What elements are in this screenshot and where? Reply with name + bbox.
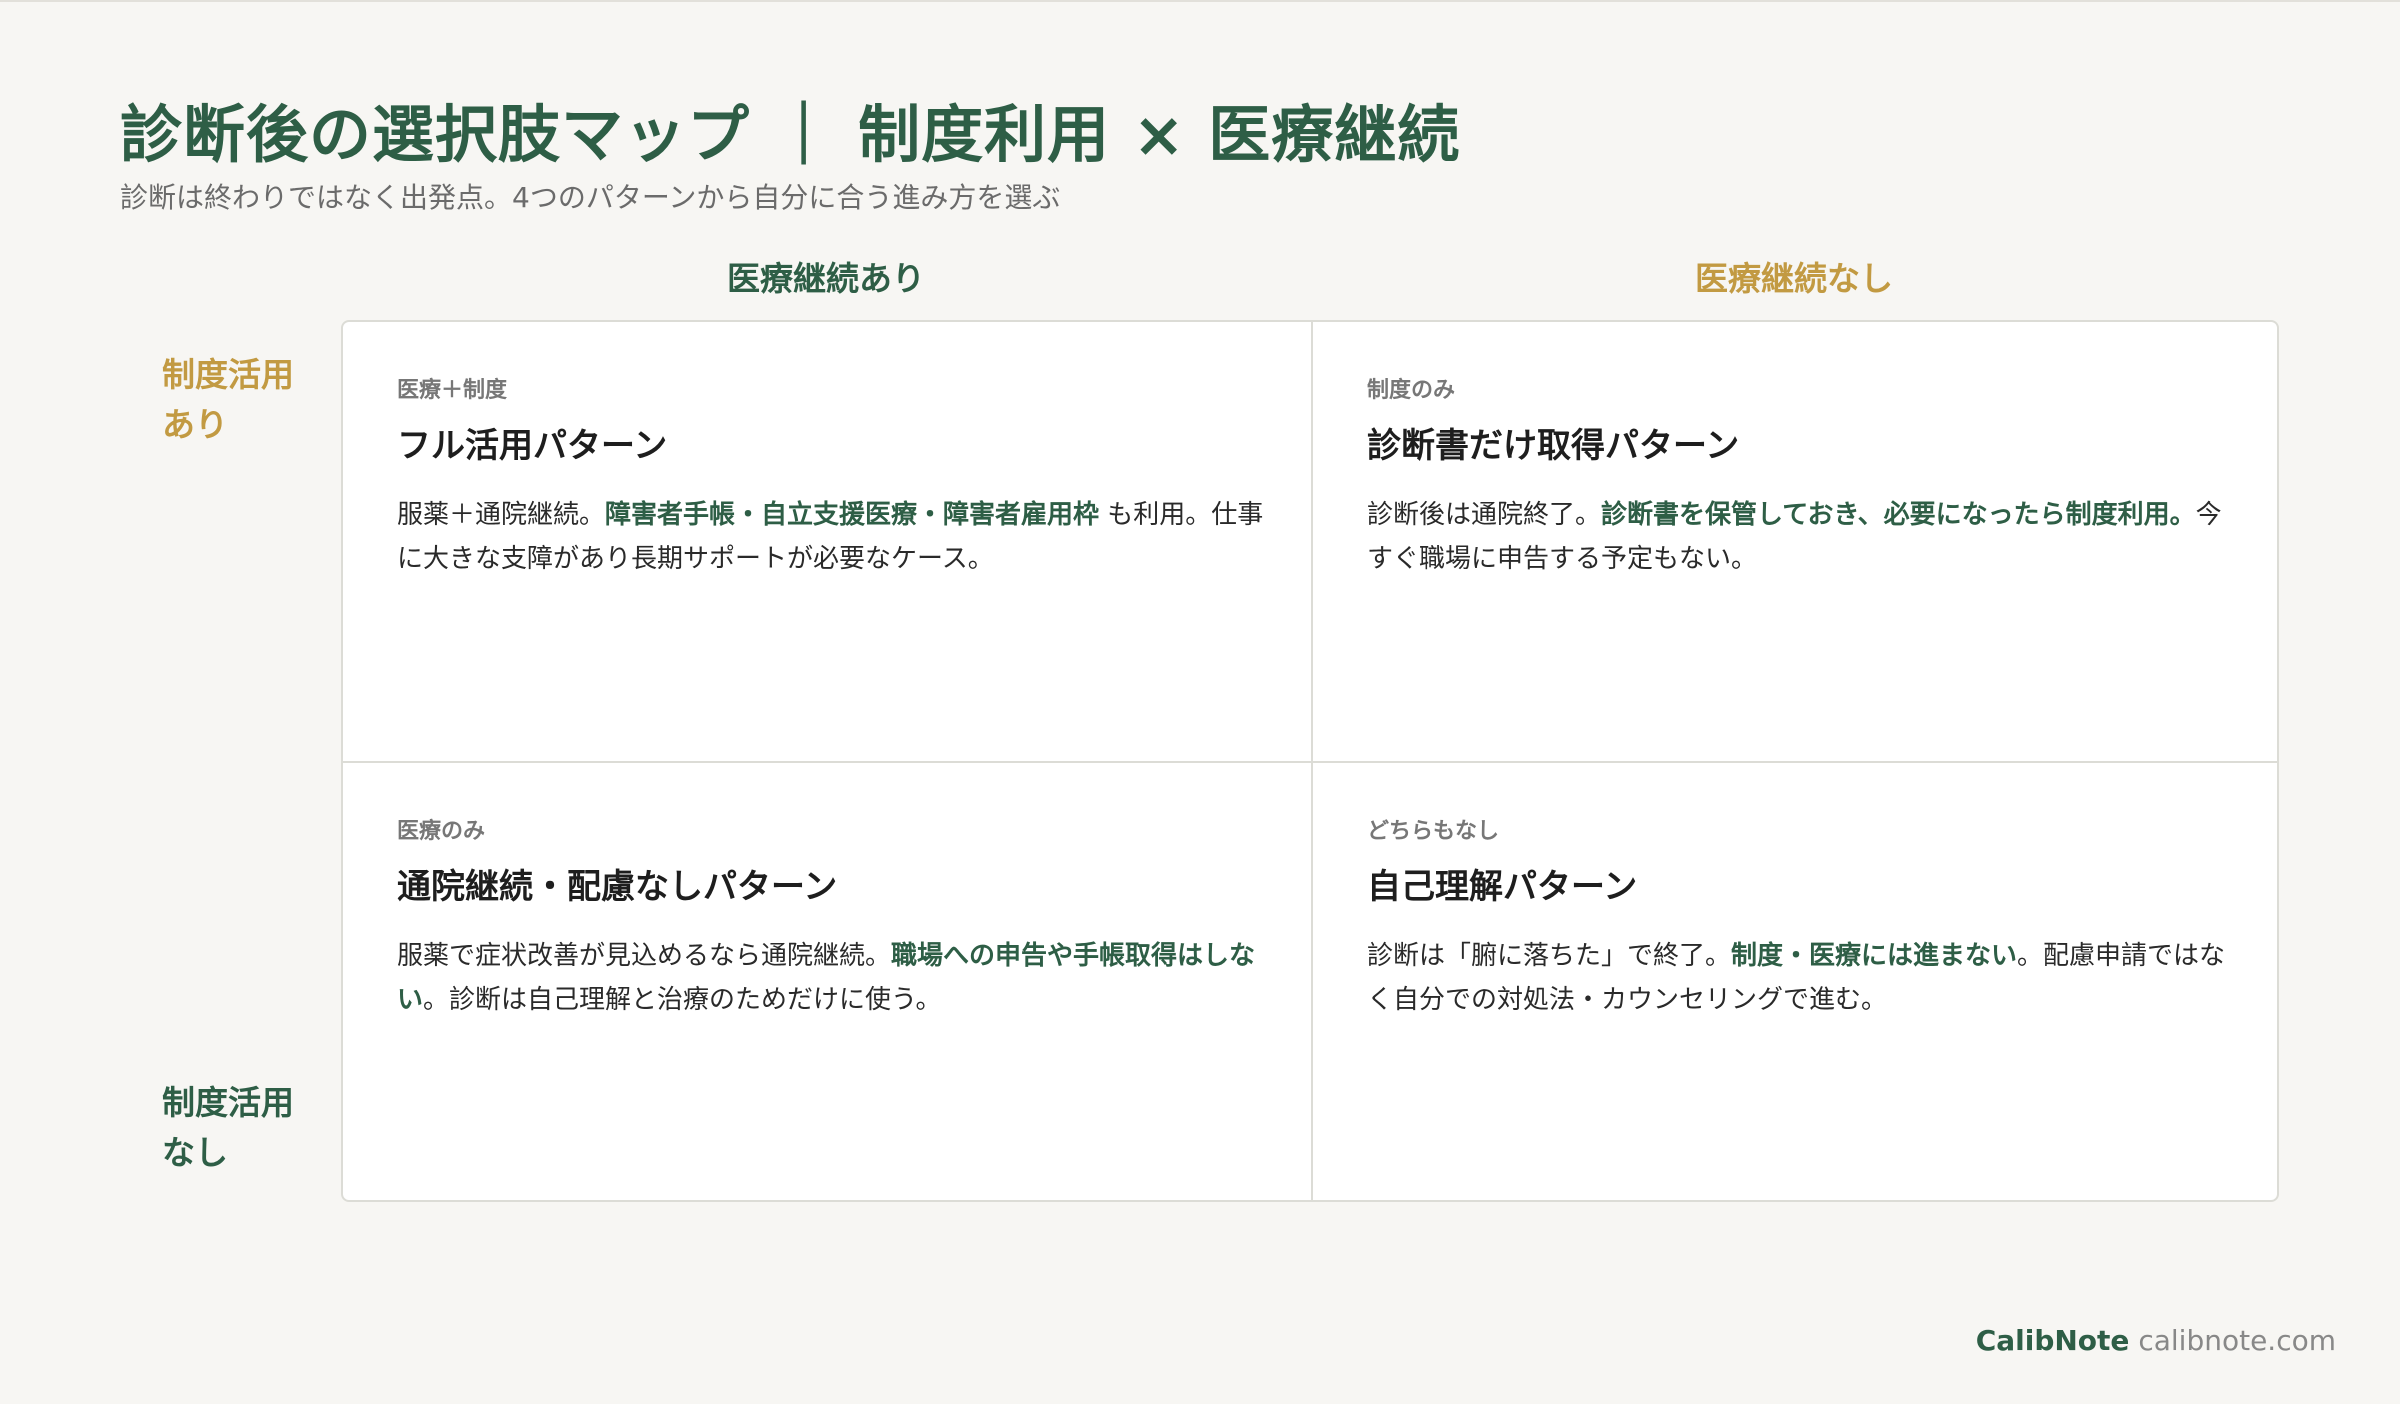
quadrant-full-use: 医療＋制度 フル活用パターン 服薬＋通院継続。障害者手帳・自立支援医療・障害者雇… [343, 322, 1311, 761]
quadrant-tag: どちらもなし [1367, 819, 1500, 844]
quadrant-self-understanding: どちらもなし 自己理解パターン 診断は「腑に落ちた」で終了。制度・医療には進まな… [1313, 763, 2281, 1202]
quadrant-certificate-only: 制度のみ 診断書だけ取得パターン 診断後は通院終了。診断書を保管しておき、必要に… [1313, 322, 2281, 761]
page-subtitle: 診断は終わりではなく出発点。4つのパターンから自分に合う進み方を選ぶ [120, 181, 1061, 214]
footer-credit: CalibNote calibnote.com [1976, 1324, 2336, 1357]
footer-domain-link[interactable]: calibnote.com [2138, 1324, 2336, 1357]
quadrant-tag: 制度のみ [1367, 378, 1456, 403]
row-label-system-yes: 制度活用 あり [162, 350, 332, 450]
description-text: 診断は「腑に落ちた」で終了。 [1367, 941, 1732, 971]
quadrant-grid: 医療＋制度 フル活用パターン 服薬＋通院継続。障害者手帳・自立支援医療・障害者雇… [341, 320, 2279, 1202]
description-text: 診断後は通院終了。 [1367, 500, 1602, 530]
description-text: 服薬で症状改善が見込めるなら通院継続。 [397, 941, 892, 971]
quadrant-title: 診断書だけ取得パターン [1367, 426, 1740, 466]
row-label-system-no-line1: 制度活用 [162, 1083, 294, 1122]
quadrant-tag: 医療＋制度 [397, 378, 508, 403]
description-highlight: 診断書を保管しておき、必要になったら制度利用。 [1601, 500, 2196, 530]
quadrant-description: 診断は「腑に落ちた」で終了。制度・医療には進まない。配慮申請ではなく自分での対処… [1367, 934, 2241, 1022]
column-label-medical-yes: 医療継続あり [727, 259, 925, 298]
quadrant-title: フル活用パターン [397, 426, 668, 466]
top-border [0, 0, 2400, 2]
quadrant-description: 診断後は通院終了。診断書を保管しておき、必要になったら制度利用。今すぐ職場に申告… [1367, 493, 2241, 581]
quadrant-title: 自己理解パターン [1367, 867, 1638, 907]
quadrant-title: 通院継続・配慮なしパターン [397, 867, 838, 907]
description-text: 服薬＋通院継続。 [397, 500, 606, 530]
quadrant-medical-only: 医療のみ 通院継続・配慮なしパターン 服薬で症状改善が見込めるなら通院継続。職場… [343, 763, 1311, 1202]
footer-brand: CalibNote [1975, 1324, 2130, 1357]
column-label-medical-no: 医療継続なし [1695, 259, 1893, 298]
row-label-system-yes-line2: あり [162, 405, 228, 444]
quadrant-description: 服薬で症状改善が見込めるなら通院継続。職場への申告や手帳取得はしない。診断は自己… [397, 934, 1271, 1022]
row-label-system-no: 制度活用 なし [162, 1078, 332, 1178]
page-title: 診断後の選択肢マップ ｜ 制度利用 × 医療継続 [120, 98, 1461, 171]
description-highlight: 障害者手帳・自立支援医療・障害者雇用枠 [605, 500, 1100, 530]
description-highlight: 制度・医療には進まない [1731, 941, 2018, 971]
quadrant-description: 服薬＋通院継続。障害者手帳・自立支援医療・障害者雇用枠 も利用。仕事に大きな支障… [397, 493, 1271, 581]
row-label-system-no-line2: なし [162, 1133, 228, 1172]
quadrant-tag: 医療のみ [397, 819, 486, 844]
description-text: 。診断は自己理解と治療のためだけに使う。 [423, 985, 942, 1015]
row-label-system-yes-line1: 制度活用 [162, 355, 294, 394]
